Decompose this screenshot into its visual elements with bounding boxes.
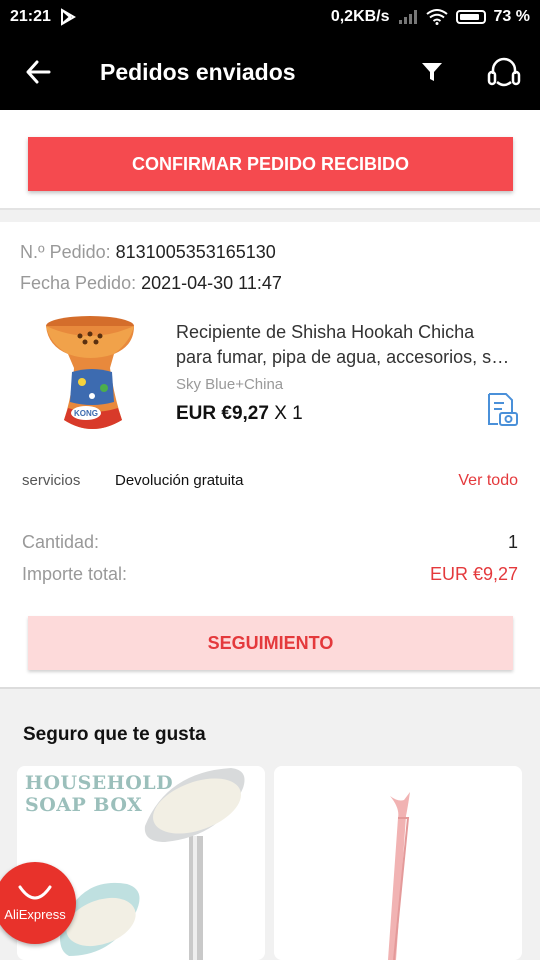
product-card[interactable] [274,766,522,960]
services-value: Devolución gratuita [115,472,244,489]
total-label: Importe total: [22,564,128,584]
order-number-row: N.º Pedido: 8131005353165130 [20,242,276,263]
product-title-line1: Recipiente de Shisha Hookah Chicha [176,322,475,342]
product-price-row: EUR €9,27 X 1 [176,403,303,425]
status-time: 21:21 [10,8,51,25]
headset-icon [487,57,521,87]
aliexpress-smile-icon [18,885,52,899]
filter-button[interactable] [396,34,468,110]
app-bar: Pedidos enviados [0,34,540,110]
confirm-received-button[interactable]: CONFIRMAR PEDIDO RECIBIDO [28,137,513,191]
status-bar: 21:21 0,2KB/s 73 % [0,0,540,34]
filter-icon [422,63,442,81]
aliexpress-label: AliExpress [4,906,66,922]
product-image[interactable]: KONG [22,312,162,452]
product-title[interactable]: Recipiente de Shisha Hookah Chicha para … [176,320,516,370]
order-date-label: Fecha Pedido: [20,273,137,293]
confirm-section: CONFIRMAR PEDIDO RECIBIDO [0,110,540,210]
recommend-title: Seguro que te gusta [23,724,206,745]
order-card: N.º Pedido: 8131005353165130 Fecha Pedid… [0,222,540,689]
product-variant: Sky Blue+China [176,376,284,393]
tracking-button[interactable]: SEGUIMIENTO [28,616,513,670]
order-number-label: N.º Pedido: [20,242,111,262]
order-number: 8131005353165130 [115,242,276,262]
battery-level: 73 % [493,8,530,25]
total-value: EUR €9,27 [429,564,518,584]
order-date: 2021-04-30 11:47 [141,273,282,293]
support-button[interactable] [468,34,540,110]
network-speed: 0,2KB/s [330,8,390,25]
signal-icon [398,10,417,24]
tweezers-image [274,766,522,960]
wifi-icon [425,9,448,25]
arrow-left-icon [26,60,51,84]
product-price: EUR €9,27 [176,403,269,424]
soap-box-caption: HOUSEHOLD SOAP BOX [25,772,173,816]
product-title-line2: para fumar, pipa de agua, accesorios, so… [176,347,516,367]
product-quantity: X 1 [274,403,303,424]
snapshot-icon[interactable] [484,392,518,428]
soap-box-caption-line1: HOUSEHOLD [25,772,174,794]
page-title: Pedidos enviados [100,58,296,85]
soap-box-caption-line2: SOAP BOX [25,794,143,816]
product-image-text: KONG [74,409,98,418]
quantity-value: 1 [507,532,518,552]
play-store-icon [60,8,76,26]
back-button[interactable] [0,34,76,110]
services-label: servicios [22,472,81,489]
order-date-row: Fecha Pedido: 2021-04-30 11:47 [20,273,282,294]
view-all-link[interactable]: Ver todo [458,472,518,490]
quantity-label: Cantidad: [22,532,100,552]
battery-icon [455,10,486,24]
